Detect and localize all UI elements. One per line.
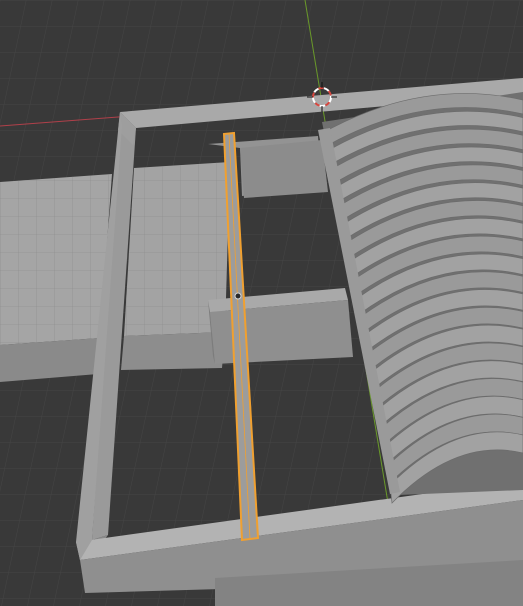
middle-block[interactable] [208, 288, 353, 364]
object-origin-icon[interactable] [234, 292, 242, 300]
viewport-scene[interactable] [0, 0, 523, 606]
3d-viewport[interactable] [0, 0, 523, 606]
left-floor-slab[interactable] [0, 174, 112, 382]
